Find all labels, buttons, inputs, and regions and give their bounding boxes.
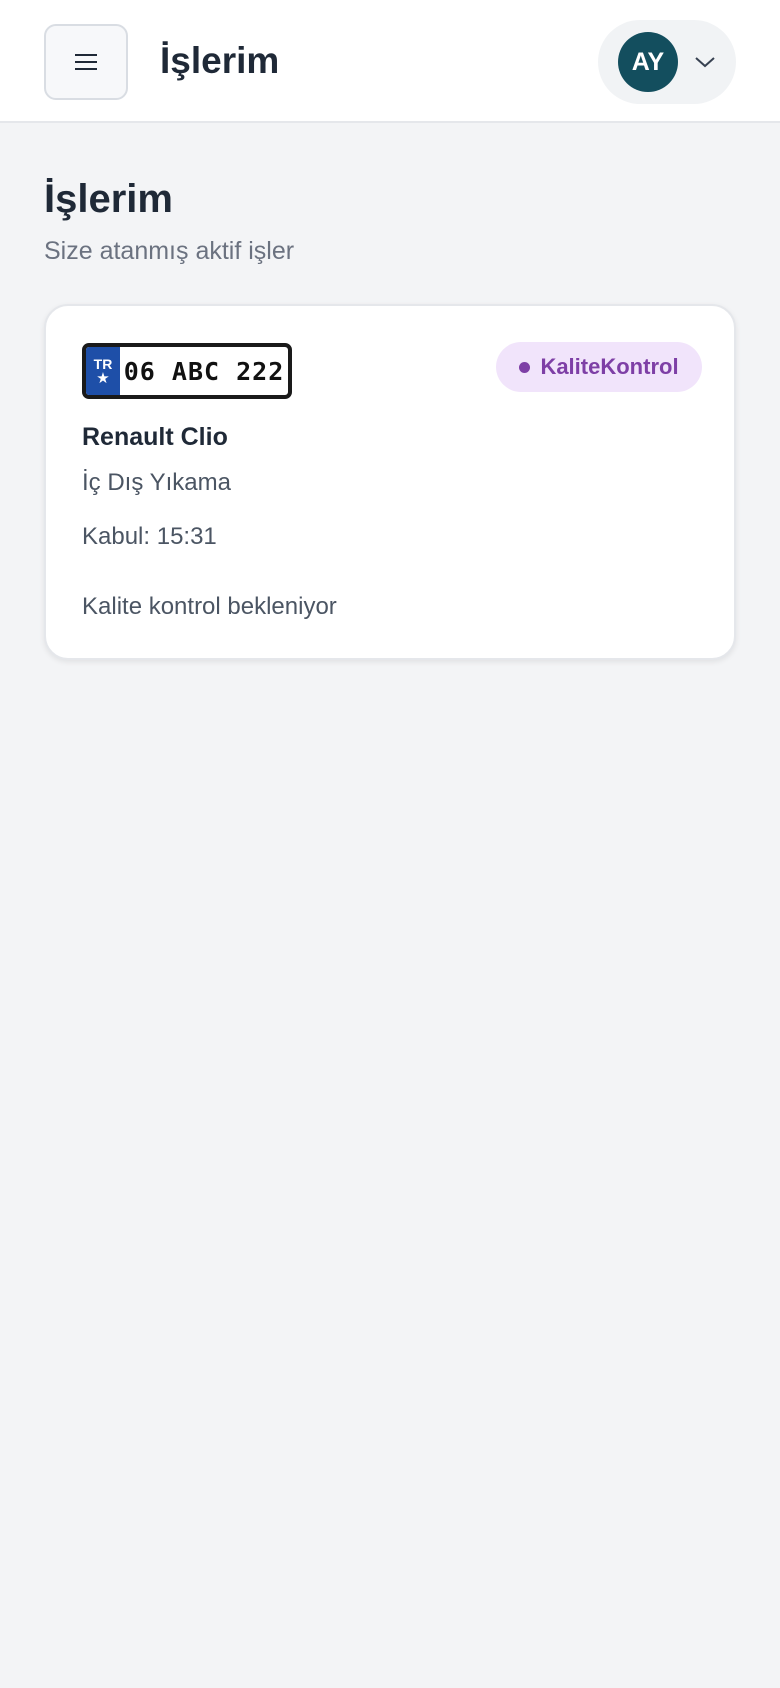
service-name: İç Dış Yıkama [82,469,231,496]
status-badge: KaliteKontrol [496,342,702,392]
menu-button[interactable] [44,24,128,100]
star-icon: ★ [96,370,110,387]
status-dot-icon [519,361,531,373]
plate-country-code: TR [93,356,113,372]
plate-country-strip: TR ★ [86,347,120,395]
avatar: AY [618,32,678,92]
license-plate: TR ★ 06 ABC 222 [82,343,292,399]
vehicle-model: Renault Clio [82,423,228,451]
plate-number: 06 ABC 222 [123,356,285,386]
user-menu-button[interactable]: AY [598,20,736,104]
app-title: İşlerim [160,40,280,81]
chevron-down-icon [695,57,715,68]
accept-time: Kabul: 15:31 [82,523,217,550]
status-label: KaliteKontrol [540,354,679,379]
job-card[interactable]: TR ★ 06 ABC 222 KaliteKontrol Renault Cl… [44,304,736,660]
job-note: Kalite kontrol bekleniyor [82,593,337,620]
page-title: İşlerim [44,177,173,221]
hamburger-icon [75,54,97,70]
page-subtitle: Size atanmış aktif işler [44,237,295,265]
top-bar: İşlerim AY [0,0,780,123]
